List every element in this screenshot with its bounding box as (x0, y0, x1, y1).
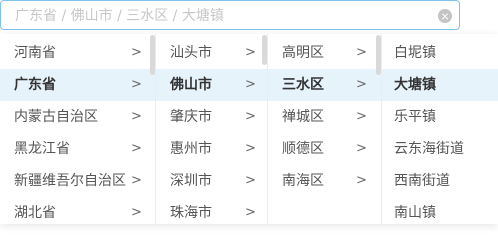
district-item[interactable]: 三水区 > (268, 69, 381, 101)
province-column[interactable]: 河南省 > 广东省 > 内蒙古自治区 > 黑龙江省 > 新疆维吾尔自治区 > 湖北省 > (0, 34, 156, 224)
city-item-label: 肇庆市 (170, 109, 212, 125)
chevron-right-icon: > (131, 45, 142, 60)
city-item[interactable]: 惠州市 > (156, 133, 267, 165)
cascader: 广东省 / 佛山市 / 三水区 / 大塘镇 河南省 > 广东省 > 内蒙古自治区 > 黑龙江… (0, 0, 498, 224)
district-item-label: 南海区 (282, 173, 324, 189)
region-input[interactable]: 广东省 / 佛山市 / 三水区 / 大塘镇 (0, 0, 460, 30)
city-item[interactable]: 佛山市 > (156, 69, 267, 101)
province-item[interactable]: 内蒙古自治区 > (0, 101, 155, 133)
town-item[interactable]: 云东海街道 (382, 133, 498, 165)
province-item-label: 河南省 (14, 45, 56, 61)
district-item-label: 三水区 (282, 77, 324, 93)
town-item-label: 西南街道 (394, 173, 450, 189)
chevron-right-icon: > (356, 77, 367, 92)
district-item[interactable]: 高明区 > (268, 37, 381, 69)
province-item[interactable]: 黑龙江省 > (0, 133, 155, 165)
district-item-label: 禅城区 (282, 109, 324, 125)
town-item-label: 白坭镇 (394, 45, 436, 61)
city-item[interactable]: 深圳市 > (156, 165, 267, 197)
region-input-placeholder: 广东省 / 佛山市 / 三水区 / 大塘镇 (15, 8, 224, 24)
district-scrollbar[interactable] (376, 35, 381, 75)
province-item-label: 内蒙古自治区 (14, 109, 98, 125)
province-scrollbar[interactable] (150, 35, 155, 75)
city-item[interactable]: 珠海市 > (156, 197, 267, 224)
chevron-right-icon: > (131, 109, 142, 124)
province-item[interactable]: 广东省 > (0, 69, 155, 101)
province-item[interactable]: 河南省 > (0, 37, 155, 69)
city-item[interactable]: 汕头市 > (156, 37, 267, 69)
town-item[interactable]: 西南街道 (382, 165, 498, 197)
town-item-label: 乐平镇 (394, 109, 436, 125)
town-item-label: 云东海街道 (394, 141, 464, 157)
district-column[interactable]: 高明区 > 三水区 > 禅城区 > 顺德区 > 南海区 > (268, 34, 382, 224)
chevron-right-icon: > (131, 141, 142, 156)
cascader-dropdown: 河南省 > 广东省 > 内蒙古自治区 > 黑龙江省 > 新疆维吾尔自治区 > 湖北省 > 汕头市 > 佛山… (0, 34, 498, 224)
chevron-right-icon: > (356, 173, 367, 188)
chevron-right-icon: > (245, 141, 256, 156)
town-item-label: 南山镇 (394, 205, 436, 221)
chevron-right-icon: > (356, 109, 367, 124)
district-item[interactable]: 顺德区 > (268, 133, 381, 165)
province-item[interactable]: 新疆维吾尔自治区 > (0, 165, 155, 197)
chevron-right-icon: > (245, 109, 256, 124)
city-scrollbar[interactable] (262, 35, 267, 65)
district-item-label: 顺德区 (282, 141, 324, 157)
province-item-label: 新疆维吾尔自治区 (14, 173, 126, 189)
province-item-label: 湖北省 (14, 205, 56, 221)
chevron-right-icon: > (131, 77, 142, 92)
city-item-label: 深圳市 (170, 173, 212, 189)
district-item[interactable]: 禅城区 > (268, 101, 381, 133)
city-item-label: 惠州市 (170, 141, 212, 157)
town-column[interactable]: 白坭镇大塘镇乐平镇云东海街道西南街道南山镇 (382, 34, 498, 224)
district-item[interactable]: 南海区 > (268, 165, 381, 197)
town-item[interactable]: 乐平镇 (382, 101, 498, 133)
province-item-label: 黑龙江省 (14, 141, 70, 157)
town-item[interactable]: 白坭镇 (382, 37, 498, 69)
city-item-label: 汕头市 (170, 45, 212, 61)
clear-icon[interactable] (438, 9, 452, 23)
town-item-label: 大塘镇 (394, 77, 436, 93)
chevron-right-icon: > (131, 205, 142, 220)
chevron-right-icon: > (245, 205, 256, 220)
province-item-label: 广东省 (14, 77, 56, 93)
chevron-right-icon: > (245, 45, 256, 60)
chevron-right-icon: > (245, 173, 256, 188)
chevron-right-icon: > (245, 77, 256, 92)
chevron-right-icon: > (356, 141, 367, 156)
city-item-label: 珠海市 (170, 205, 212, 221)
province-item[interactable]: 湖北省 > (0, 197, 155, 224)
city-item-label: 佛山市 (170, 77, 212, 93)
chevron-right-icon: > (131, 173, 142, 188)
town-item[interactable]: 南山镇 (382, 197, 498, 224)
city-item[interactable]: 肇庆市 > (156, 101, 267, 133)
town-item[interactable]: 大塘镇 (382, 69, 498, 101)
city-column[interactable]: 汕头市 > 佛山市 > 肇庆市 > 惠州市 > 深圳市 > 珠海市 > (156, 34, 268, 224)
district-item-label: 高明区 (282, 45, 324, 61)
chevron-right-icon: > (356, 45, 367, 60)
